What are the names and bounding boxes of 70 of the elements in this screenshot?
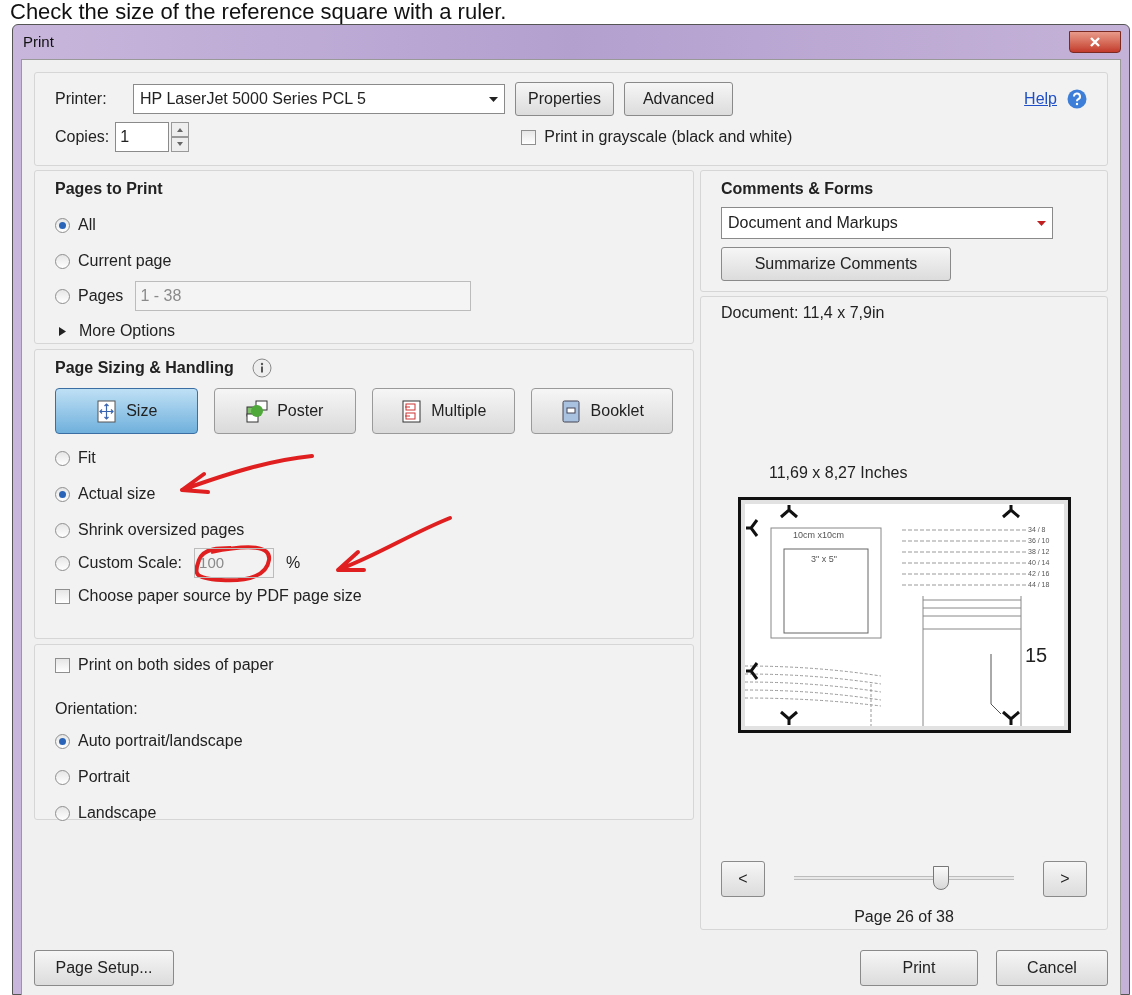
mode-tab[interactable]: Multiple <box>372 388 515 434</box>
expand-icon[interactable] <box>58 326 67 336</box>
option-label: Landscape <box>78 803 157 823</box>
window-title: Print <box>23 31 54 52</box>
option-label: Choose paper source by PDF page size <box>78 586 362 606</box>
option-label: Fit <box>78 448 96 468</box>
booklet-mode-icon <box>559 399 583 423</box>
section-title: Orientation: <box>55 699 139 719</box>
copies-field[interactable]: 1 <box>115 122 170 152</box>
help-link[interactable]: Help <box>1024 87 1057 111</box>
advanced-button[interactable]: Advanced <box>623 82 734 116</box>
radio-button[interactable] <box>55 522 70 538</box>
mode-tab[interactable]: Poster <box>213 388 356 434</box>
page-slider[interactable] <box>794 866 1014 892</box>
page-number: 15 <box>1024 644 1047 666</box>
printer-dropdown[interactable]: HP LaserJet 5000 Series PCL 5 <box>133 84 505 114</box>
field-label: Printer: <box>55 89 108 109</box>
radio-button[interactable] <box>55 253 70 269</box>
radio-button[interactable] <box>55 217 70 233</box>
poster-mode-icon <box>246 399 270 423</box>
close-icon <box>1089 36 1101 48</box>
close-button[interactable] <box>1069 31 1121 53</box>
option-label: Shrink oversized pages <box>78 520 245 540</box>
multiple-mode-icon <box>400 399 424 423</box>
radio-button[interactable] <box>55 450 70 466</box>
page-counter: Page 26 of 38 <box>854 907 954 927</box>
section-title: Page Sizing & Handling <box>55 358 234 378</box>
page-setup-button[interactable]: Page Setup... <box>34 950 174 986</box>
field-label: Copies: <box>55 127 110 147</box>
checkbox[interactable] <box>521 129 537 145</box>
option-label: Custom Scale: <box>78 553 183 573</box>
preview-label: 10cm x10cm <box>792 530 844 540</box>
radio-button[interactable] <box>55 733 70 749</box>
cancel-button[interactable]: Cancel <box>996 950 1108 986</box>
next-page-button[interactable]: > <box>1043 861 1087 897</box>
info-icon[interactable] <box>251 358 272 378</box>
spin-buttons[interactable] <box>171 122 190 152</box>
option-label: Auto portrait/landscape <box>78 731 243 751</box>
section-title: Comments & Forms <box>721 179 875 199</box>
option-label: Actual size <box>78 484 156 504</box>
paper-size-label: 11,69 x 8,27 Inches <box>769 463 908 483</box>
option-label: Pages <box>78 286 124 306</box>
option-label: Portrait <box>78 767 130 787</box>
comments-dropdown[interactable]: Document and Markups <box>721 207 1053 239</box>
option-label: Print in grayscale (black and white) <box>544 127 793 147</box>
help-icon[interactable] <box>1067 89 1087 109</box>
option-label: Print on both sides of paper <box>78 655 274 675</box>
properties-button[interactable]: Properties <box>515 82 614 116</box>
preview-label: 3" x 5" <box>810 554 837 564</box>
option-label: All <box>78 215 96 235</box>
radio-button[interactable] <box>55 805 70 821</box>
more-options-toggle[interactable]: More Options <box>79 319 176 343</box>
caret-icon <box>489 96 498 102</box>
summarize-button[interactable]: Summarize Comments <box>721 247 951 281</box>
document-size-label: Document: 11,4 x 7,9in <box>721 303 885 323</box>
mode-tab[interactable]: Size <box>55 388 198 434</box>
unit-label: % <box>286 553 301 573</box>
mode-tab[interactable]: Booklet <box>530 388 673 434</box>
checkbox[interactable] <box>55 588 70 604</box>
slider-thumb[interactable] <box>933 866 950 890</box>
previous-page-button[interactable]: < <box>721 861 765 897</box>
radio-button[interactable] <box>55 486 70 502</box>
checkbox[interactable] <box>55 657 70 673</box>
section-title: Pages to Print <box>55 179 164 199</box>
radio-button[interactable] <box>55 769 70 785</box>
print-button[interactable]: Print <box>860 950 978 986</box>
caption-text: Check the size of the reference square with a ruler. <box>9 0 508 24</box>
size-mode-icon <box>95 399 119 423</box>
option-label: Current page <box>78 251 172 271</box>
caret-icon <box>1037 220 1046 226</box>
